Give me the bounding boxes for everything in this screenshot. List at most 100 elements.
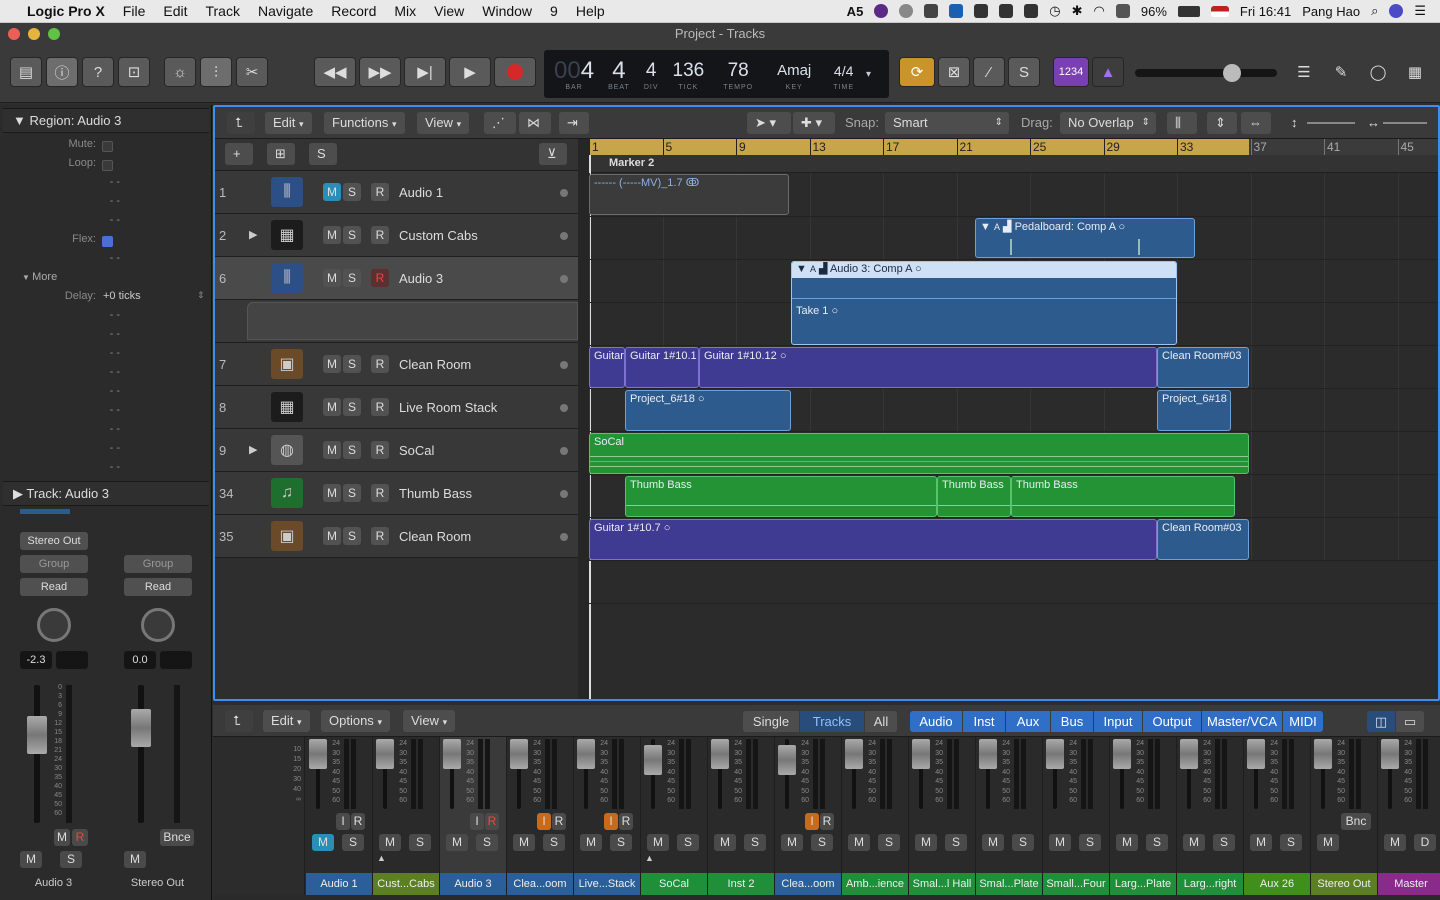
replace-button[interactable]: ⊠ — [938, 57, 970, 87]
notepad-button[interactable]: ✎ — [1324, 57, 1358, 87]
dim-button[interactable]: D — [1414, 834, 1436, 851]
volume-value[interactable]: 0.0 — [124, 651, 156, 669]
group-slot[interactable]: Group — [124, 555, 192, 573]
zoom-window-icon[interactable] — [48, 28, 60, 40]
track-header[interactable]: 6 ⫼ M S R Audio 3 — [215, 257, 578, 300]
play-button[interactable]: ▶ — [449, 57, 491, 87]
combo-amp-icon[interactable]: ▣ — [271, 521, 303, 551]
mute-button[interactable]: M — [1183, 834, 1205, 851]
master-volume-slider[interactable] — [1135, 64, 1277, 82]
cloud-icon[interactable] — [899, 4, 914, 18]
master-volume-knob[interactable] — [1223, 64, 1241, 82]
volume-fader[interactable] — [376, 739, 394, 769]
volume-fader[interactable] — [1247, 739, 1265, 769]
volume-fader[interactable] — [510, 739, 528, 769]
input-monitor-button[interactable]: I — [470, 813, 484, 830]
quick-help-button[interactable]: ? — [82, 57, 114, 87]
solo-button[interactable]: S — [343, 441, 361, 459]
pan-knob[interactable] — [37, 608, 71, 642]
track-header[interactable]: 9 ▶ ◍ M S R SoCal — [215, 429, 578, 472]
rewind-button[interactable]: ◀◀ — [314, 57, 356, 87]
track-name[interactable]: Clean Room — [399, 515, 471, 558]
pan-knob[interactable] — [141, 608, 175, 642]
bar-ruler[interactable]: 1 5 9 13 17 21 25 29 33 37 41 45 — [589, 139, 1438, 155]
mixer-strip-name[interactable]: Smal...l Hall — [909, 873, 975, 895]
volume-fader[interactable] — [644, 745, 662, 775]
lcd-menu-chevron-icon[interactable]: ▾ — [864, 50, 873, 98]
solo-button[interactable]: S — [1008, 57, 1040, 87]
filter-output[interactable]: Output — [1143, 711, 1201, 732]
combo-amp-icon[interactable]: ▣ — [271, 349, 303, 379]
track-name[interactable]: Audio 3 — [399, 257, 443, 300]
user-name[interactable]: Pang Hao — [1302, 4, 1360, 19]
drum-kit-icon[interactable]: ◍ — [271, 435, 303, 465]
calendar-icon[interactable] — [974, 4, 989, 18]
fast-forward-button[interactable]: ▶▶ — [359, 57, 401, 87]
solo-button[interactable]: S — [677, 834, 699, 851]
mute-button[interactable]: M — [323, 226, 341, 244]
secondary-tool-menu[interactable]: ✚ ▾ — [793, 112, 835, 134]
cycle-button[interactable]: ⟳ — [899, 57, 935, 87]
menu-track[interactable]: Track — [196, 3, 248, 19]
record-enable-button[interactable]: R — [371, 269, 389, 287]
record-enable-button[interactable]: R — [552, 813, 566, 830]
volume-fader[interactable] — [912, 739, 930, 769]
menu-9[interactable]: 9 — [541, 3, 567, 19]
menu-window[interactable]: Window — [473, 3, 541, 19]
time-machine-icon[interactable]: ◷ — [1049, 3, 1060, 19]
mute-checkbox[interactable] — [102, 141, 113, 152]
volume-fader[interactable] — [1180, 739, 1198, 769]
mute-button[interactable]: M — [848, 834, 870, 851]
count-in-button[interactable]: 1234 — [1053, 57, 1089, 87]
waveform-icon[interactable]: ⫼ — [271, 263, 303, 293]
solo-button[interactable]: S — [343, 398, 361, 416]
global-solo-button[interactable]: S — [309, 143, 337, 165]
solo-button[interactable]: S — [343, 226, 361, 244]
metronome-button[interactable]: ▲ — [1092, 57, 1124, 87]
add-track-button[interactable]: + — [225, 143, 253, 165]
region-thumb-bass-c[interactable]: Thumb Bass — [1011, 476, 1235, 517]
solo-button[interactable]: S — [744, 834, 766, 851]
region-audio-1[interactable]: ------ (-----MV)_1.7 ↂ — [589, 174, 789, 215]
mixer-strip-name[interactable]: Audio 3 — [440, 873, 506, 895]
region-socal[interactable]: SoCal — [589, 433, 1249, 474]
mixer-strip-name[interactable]: Audio 1 — [306, 873, 372, 895]
mute-button[interactable]: M — [323, 398, 341, 416]
solo-button[interactable]: S — [409, 834, 431, 851]
folder-disclosure-icon[interactable]: ▲ — [645, 853, 654, 863]
mixer-options-menu[interactable]: Options ▾ — [321, 710, 390, 732]
pointer-tool-menu[interactable]: ➤ ▾ — [747, 112, 791, 134]
region-thumb-bass[interactable]: Thumb Bass — [625, 476, 937, 517]
record-enable-button[interactable]: R — [619, 813, 633, 830]
evernote-icon[interactable] — [999, 4, 1014, 18]
view-menu[interactable]: View ▾ — [417, 112, 470, 134]
bounce-button[interactable]: Bnc — [1341, 813, 1371, 830]
record-button[interactable] — [494, 57, 536, 87]
record-enable-button[interactable]: R — [371, 183, 389, 201]
solo-button[interactable]: S — [811, 834, 833, 851]
mixer-strip-name[interactable]: Larg...Plate — [1110, 873, 1176, 895]
output-slot[interactable]: Stereo Out — [20, 532, 88, 550]
take-1-lane[interactable]: Take 1 ○ — [792, 304, 842, 319]
delay-value[interactable]: +0 ticks — [103, 290, 141, 302]
record-enable-button[interactable]: R — [371, 484, 389, 502]
mixer-strip-name[interactable]: Aux 26 — [1244, 873, 1310, 895]
region-guitar[interactable]: Guitar — [589, 347, 625, 388]
vertical-zoom-slider[interactable]: ↕ — [1283, 112, 1359, 134]
snap-dropdown[interactable]: Smart ⇕ — [885, 112, 1009, 134]
notification-center-icon[interactable]: ☰ — [1414, 3, 1426, 19]
solo-button[interactable]: S — [343, 484, 361, 502]
mixer-strip-name[interactable]: Clea...oom — [507, 873, 573, 895]
record-enable-button[interactable]: R — [371, 355, 389, 373]
menu-file[interactable]: File — [114, 3, 155, 19]
mixer-strip-name[interactable]: Clea...oom — [775, 873, 841, 895]
mode-all[interactable]: All — [865, 711, 897, 732]
messages-icon[interactable] — [1024, 4, 1039, 18]
track-name[interactable]: Live Room Stack — [399, 386, 497, 429]
take-folder-disclosure-icon[interactable]: ▼ — [796, 263, 807, 275]
track-header[interactable]: 35 ▣ M S R Clean Room — [215, 515, 578, 558]
mute-button[interactable]: M — [323, 527, 341, 545]
battery-percent[interactable]: 96% — [1141, 4, 1167, 19]
automation-button[interactable]: ⋰ — [484, 112, 516, 134]
input-monitor-button[interactable]: I — [336, 813, 350, 830]
